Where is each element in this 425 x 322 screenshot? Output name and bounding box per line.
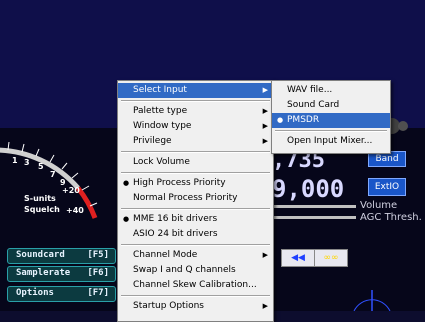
menu-item-label: Select Input [133, 85, 187, 95]
menu-item-label: Swap I and Q channels [133, 265, 236, 275]
menu-item-label: High Process Priority [133, 178, 226, 188]
dial-tick-label: +40 [66, 206, 84, 215]
menu-item-label: PMSDR [287, 115, 320, 125]
frequency-readout-main: 9,000 [272, 175, 345, 203]
options-button-label: Options [16, 288, 54, 298]
menu-item-label: Sound Card [287, 100, 340, 110]
check-bullet-icon: ● [123, 215, 130, 223]
dial-tick-label: 5 [38, 162, 44, 171]
submenu-arrow-icon: ▶ [262, 86, 268, 94]
menu-separator [121, 295, 270, 297]
knob-icon[interactable] [398, 121, 408, 131]
menu-item-label: MME 16 bit drivers [133, 214, 218, 224]
squelch-label: Squelch [24, 205, 60, 214]
menu-item-label: Palette type [133, 106, 188, 116]
menu-item-select-input[interactable]: Select Input ▶ [118, 83, 273, 98]
menu-item-label: Channel Mode [133, 250, 198, 260]
soundcard-button[interactable]: Soundcard [F5] [7, 248, 116, 264]
s-meter: 1 3 5 7 9 +20 +40 S-units Squelch [0, 128, 120, 228]
samplerate-button-key: [F6] [87, 268, 109, 278]
extio-button-label: ExtIO [374, 182, 400, 192]
soundcard-button-label: Soundcard [16, 250, 65, 260]
rewind-button[interactable]: ◀◀ [281, 249, 315, 267]
menu-separator [121, 172, 270, 174]
menu-item-asio-24-bit-drivers[interactable]: ASIO 24 bit drivers [118, 227, 273, 242]
check-bullet-icon: ● [277, 116, 284, 124]
samplerate-button-label: Samplerate [16, 268, 71, 278]
menu-separator [121, 208, 270, 210]
submenu-arrow-icon: ▶ [262, 107, 268, 115]
menu-item-label: Open Input Mixer... [287, 136, 373, 146]
menu-item-channel-mode[interactable]: Channel Mode ▶ [118, 248, 273, 263]
menu-item-mme-16-bit-drivers[interactable]: ● MME 16 bit drivers [118, 212, 273, 227]
menu-item-open-input-mixer[interactable]: Open Input Mixer... [272, 134, 390, 149]
dial-tick-label: 7 [50, 170, 56, 179]
soundcard-button-key: [F5] [87, 250, 109, 260]
loop-button[interactable]: ∞∞ [314, 249, 348, 267]
rewind-icon: ◀◀ [291, 253, 305, 263]
agc-thresh-label: AGC Thresh. [360, 212, 422, 223]
menu-item-label: Channel Skew Calibration... [133, 280, 257, 290]
submenu-arrow-icon: ▶ [262, 122, 268, 130]
menu-separator [121, 151, 270, 153]
menu-item-high-process-priority[interactable]: ● High Process Priority [118, 176, 273, 191]
menu-separator [121, 100, 270, 102]
s-units-label: S-units [24, 194, 56, 203]
volume-label: Volume [360, 200, 398, 211]
menu-item-label: Lock Volume [133, 157, 190, 167]
dial-tick-label: 3 [24, 158, 30, 167]
menu-separator [275, 130, 387, 132]
menu-item-pmsdr[interactable]: ● PMSDR [272, 113, 390, 128]
menu-item-label: ASIO 24 bit drivers [133, 229, 218, 239]
dial-tick-label: +20 [62, 186, 80, 195]
menu-separator [121, 244, 270, 246]
check-bullet-icon: ● [123, 179, 130, 187]
menu-item-swap-i-and-q-channels[interactable]: Swap I and Q channels [118, 263, 273, 278]
submenu-arrow-icon: ▶ [262, 137, 268, 145]
options-button-key: [F7] [87, 288, 109, 298]
dial-tick-label: 1 [12, 156, 18, 165]
band-button-label: Band [375, 154, 399, 164]
tuning-crosshair [353, 290, 391, 311]
menu-item-startup-options[interactable]: Startup Options ▶ [118, 299, 273, 314]
menu-item-channel-skew-calibration[interactable]: Channel Skew Calibration... [118, 278, 273, 293]
samplerate-button[interactable]: Samplerate [F6] [7, 266, 116, 282]
menu-item-sound-card[interactable]: Sound Card [272, 98, 390, 113]
loop-icon: ∞∞ [323, 253, 339, 263]
submenu-arrow-icon: ▶ [262, 251, 268, 259]
submenu-arrow-icon: ▶ [262, 302, 268, 310]
menu-item-label: WAV file... [287, 85, 333, 95]
menu-item-label: Privilege [133, 136, 172, 146]
menu-item-normal-process-priority[interactable]: Normal Process Priority [118, 191, 273, 206]
context-menu: Select Input ▶ Palette type ▶ Window type ▶ Pr… [117, 80, 274, 322]
menu-item-wav-file[interactable]: WAV file... [272, 83, 390, 98]
options-button[interactable]: Options [F7] [7, 286, 116, 302]
agc-slider[interactable] [272, 216, 356, 219]
volume-slider[interactable] [272, 205, 356, 208]
menu-item-label: Normal Process Priority [133, 193, 238, 203]
menu-item-lock-volume[interactable]: Lock Volume [118, 155, 273, 170]
menu-item-window-type[interactable]: Window type ▶ [118, 119, 273, 134]
menu-item-privilege[interactable]: Privilege ▶ [118, 134, 273, 149]
select-input-submenu: WAV file... Sound Card ● PMSDR Open Input Mi… [271, 80, 391, 154]
menu-item-palette-type[interactable]: Palette type ▶ [118, 104, 273, 119]
menu-item-label: Window type [133, 121, 192, 131]
extio-button[interactable]: ExtIO [368, 178, 406, 196]
menu-item-label: Startup Options [133, 301, 204, 311]
